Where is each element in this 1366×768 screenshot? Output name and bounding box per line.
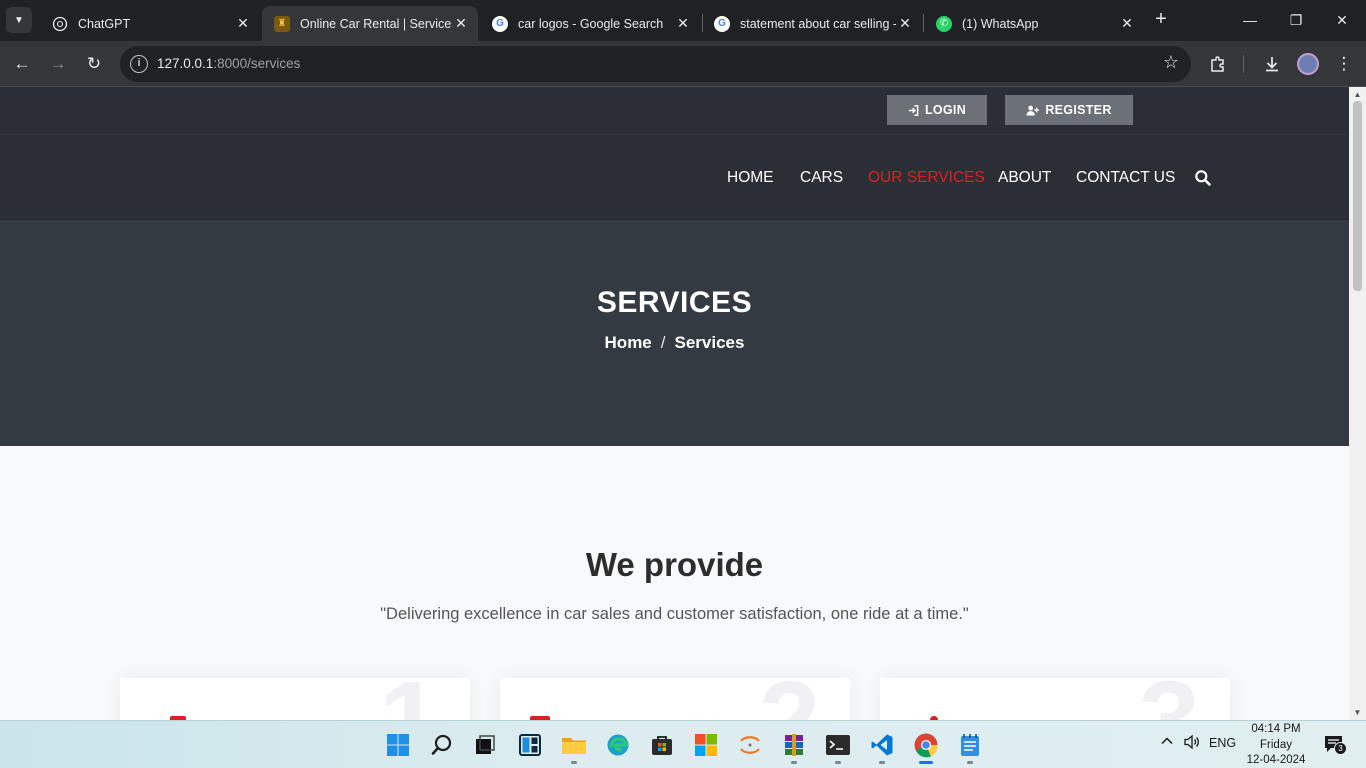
- nav-home[interactable]: HOME: [727, 169, 774, 187]
- close-tab-icon[interactable]: ✕: [1118, 15, 1136, 32]
- close-tab-icon[interactable]: ✕: [896, 15, 914, 32]
- service-card: 2: [500, 678, 850, 720]
- breadcrumb-home-link[interactable]: Home: [605, 333, 652, 352]
- site-info-icon[interactable]: i: [130, 55, 148, 73]
- close-window-icon[interactable]: ✕: [1330, 8, 1354, 32]
- running-indicator: [835, 761, 841, 764]
- clock[interactable]: 04:14 PM Friday 12-04-2024: [1240, 722, 1312, 768]
- card-number: 1: [379, 678, 440, 720]
- notepad-icon[interactable]: [957, 732, 983, 758]
- nav-cars[interactable]: CARS: [800, 169, 843, 187]
- page-title: SERVICES: [596, 286, 753, 319]
- extensions-icon[interactable]: [1204, 50, 1232, 78]
- scroll-down-icon[interactable]: ▼: [1349, 708, 1366, 717]
- microsoft-store-icon[interactable]: [649, 732, 675, 758]
- chevron-up-icon[interactable]: [1160, 734, 1174, 751]
- minimize-icon[interactable]: —: [1238, 8, 1262, 32]
- scroll-up-icon[interactable]: ▲: [1349, 90, 1366, 99]
- close-tab-icon[interactable]: ✕: [674, 15, 692, 32]
- office-icon[interactable]: [693, 732, 719, 758]
- running-indicator: [791, 761, 797, 764]
- jupyter-icon[interactable]: [737, 732, 763, 758]
- login-icon: [908, 104, 919, 116]
- breadcrumb-current: Services: [674, 333, 745, 352]
- chrome-icon[interactable]: [913, 732, 939, 758]
- breadcrumb-separator: /: [660, 333, 666, 352]
- windows-taskbar: ENG 04:14 PM Friday 12-04-2024 3: [0, 720, 1366, 768]
- service-card: 1: [120, 678, 470, 720]
- nav-our-services[interactable]: OUR SERVICES: [868, 169, 985, 187]
- reload-icon[interactable]: ↻: [80, 50, 108, 78]
- browser-toolbar: ← → ↻ i 127.0.0.1:8000/services ☆ ⋮: [0, 41, 1366, 87]
- widgets-icon[interactable]: [517, 732, 543, 758]
- menu-kebab-icon[interactable]: ⋮: [1330, 50, 1358, 78]
- page-scrollbar[interactable]: ▲ ▼: [1349, 87, 1366, 720]
- active-app-indicator: [919, 761, 933, 764]
- running-indicator: [879, 761, 885, 764]
- taskbar-search-icon[interactable]: [429, 732, 455, 758]
- register-button[interactable]: REGISTER: [1005, 95, 1133, 125]
- card-number: 2: [759, 678, 820, 720]
- chatgpt-icon: [52, 16, 68, 32]
- site-icon: ♜: [274, 15, 290, 32]
- tab-statement-car-selling[interactable]: G statement about car selling - ✕: [702, 6, 922, 41]
- start-icon[interactable]: [385, 732, 411, 758]
- terminal-icon[interactable]: [825, 732, 851, 758]
- login-button[interactable]: LOGIN: [887, 95, 987, 125]
- whatsapp-icon: ✆: [936, 15, 952, 32]
- user-plus-icon: [1026, 105, 1040, 116]
- tab-whatsapp[interactable]: ✆ (1) WhatsApp ✕: [924, 6, 1144, 41]
- close-tab-icon[interactable]: ✕: [452, 15, 470, 32]
- close-tab-icon[interactable]: ✕: [234, 15, 252, 32]
- scrollbar-thumb[interactable]: [1353, 101, 1362, 291]
- tab-search-chevron-icon[interactable]: ▼: [6, 7, 32, 33]
- running-indicator: [571, 761, 577, 764]
- back-icon[interactable]: ←: [8, 50, 36, 78]
- volume-icon[interactable]: [1183, 734, 1201, 753]
- tab-chatgpt[interactable]: ChatGPT ✕: [40, 6, 260, 41]
- search-icon[interactable]: [1194, 169, 1212, 187]
- edge-icon[interactable]: [605, 732, 631, 758]
- file-explorer-icon[interactable]: [561, 732, 587, 758]
- page-hero: SERVICES Home / Services: [0, 220, 1349, 446]
- browser-tab-strip: ▼ ChatGPT ✕ ♜ Online Car Rental | Servic…: [0, 0, 1366, 41]
- google-icon: G: [714, 15, 730, 32]
- clock-date: 12-04-2024: [1246, 754, 1306, 766]
- toolbar-divider: [1243, 55, 1244, 73]
- nav-about[interactable]: ABOUT: [998, 169, 1051, 187]
- winrar-icon[interactable]: [781, 732, 807, 758]
- web-page: LOGIN REGISTER HOME CARS OUR SERVICES AB…: [0, 87, 1349, 720]
- profile-avatar[interactable]: [1294, 50, 1322, 78]
- section-quote: "Delivering excellence in car sales and …: [380, 605, 969, 623]
- notification-center-icon[interactable]: 3: [1324, 735, 1347, 755]
- google-icon: G: [492, 15, 508, 32]
- address-bar[interactable]: i 127.0.0.1:8000/services ☆: [120, 46, 1191, 82]
- bookmark-star-icon[interactable]: ☆: [1163, 52, 1179, 73]
- tab-online-car-rental[interactable]: ♜ Online Car Rental | Services ✕: [262, 6, 478, 41]
- new-tab-icon[interactable]: +: [1150, 8, 1172, 30]
- breadcrumb: Home / Services: [0, 333, 1349, 353]
- restore-icon[interactable]: ❐: [1284, 8, 1308, 32]
- tab-google-car-logos[interactable]: G car logos - Google Search ✕: [480, 6, 700, 41]
- language-indicator[interactable]: ENG: [1209, 736, 1236, 750]
- section-title: We provide: [585, 546, 764, 583]
- main-navbar: HOME CARS OUR SERVICES ABOUT CONTACT US: [0, 135, 1349, 220]
- clock-day: Friday: [1260, 738, 1292, 751]
- top-bar: LOGIN REGISTER: [0, 87, 1349, 135]
- service-card: 3: [880, 678, 1230, 720]
- card-number: 3: [1139, 678, 1200, 720]
- url-text[interactable]: 127.0.0.1:8000/services: [157, 56, 300, 71]
- download-icon[interactable]: [1258, 50, 1286, 78]
- forward-icon[interactable]: →: [44, 50, 72, 78]
- task-view-icon[interactable]: [472, 732, 498, 758]
- clock-time: 04:14 PM: [1251, 723, 1301, 735]
- nav-contact-us[interactable]: CONTACT US: [1076, 169, 1175, 187]
- vscode-icon[interactable]: [869, 732, 895, 758]
- notification-badge: 3: [1334, 742, 1347, 755]
- running-indicator: [967, 761, 973, 764]
